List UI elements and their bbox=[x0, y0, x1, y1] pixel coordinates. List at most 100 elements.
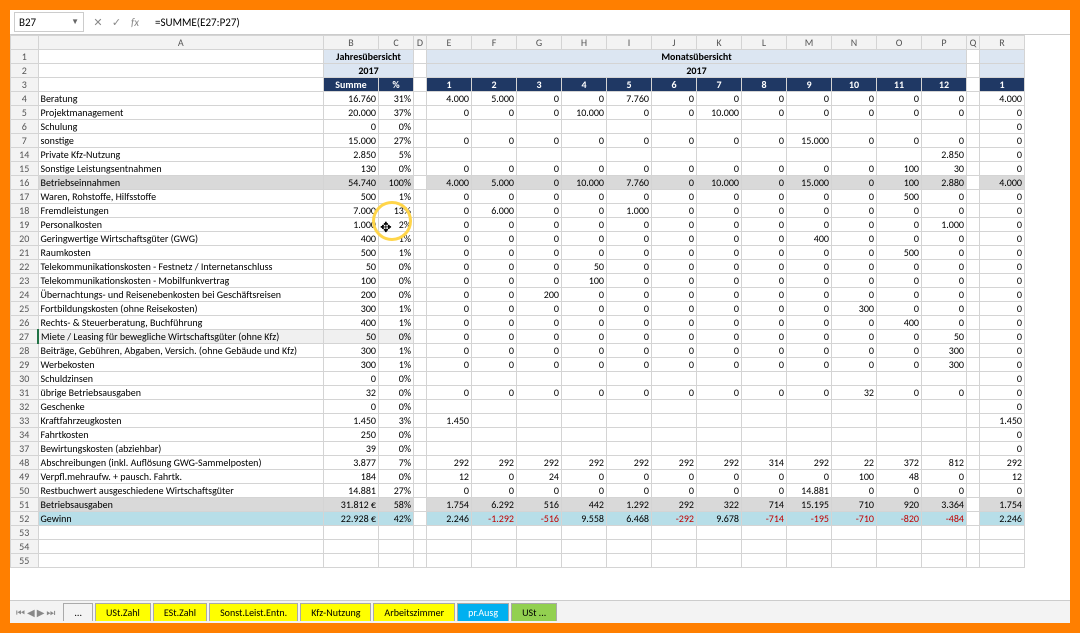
cell-month[interactable]: 0 bbox=[877, 274, 922, 288]
cell-month[interactable]: 516 bbox=[517, 498, 562, 512]
empty-cell[interactable] bbox=[980, 540, 1025, 554]
sheet-tab[interactable]: Sonst.Leist.Entn. bbox=[209, 603, 298, 621]
empty-cell[interactable] bbox=[652, 554, 697, 568]
cell-month[interactable]: 0 bbox=[652, 330, 697, 344]
row-header[interactable]: 1 bbox=[11, 50, 39, 64]
cell-month[interactable]: 0 bbox=[562, 316, 607, 330]
cell-month[interactable] bbox=[877, 148, 922, 162]
cell-month[interactable] bbox=[427, 442, 472, 456]
cancel-icon[interactable]: ✕ bbox=[90, 16, 106, 29]
cell-month[interactable]: 50 bbox=[562, 260, 607, 274]
cell-month[interactable]: 0 bbox=[922, 106, 967, 120]
empty-cell[interactable] bbox=[980, 526, 1025, 540]
row-label[interactable]: Schuldzinsen bbox=[38, 372, 324, 386]
cell-month[interactable]: 0 bbox=[877, 358, 922, 372]
cell-month[interactable] bbox=[607, 442, 652, 456]
row-label[interactable]: Kraftfahrzeugkosten bbox=[38, 414, 324, 428]
cell-month[interactable]: 292 bbox=[697, 456, 742, 470]
row-header[interactable]: 21 bbox=[11, 246, 39, 260]
cell-summe[interactable]: 250 bbox=[324, 428, 379, 442]
row-label[interactable]: Miete / Leasing für bewegliche Wirtschaf… bbox=[38, 330, 324, 344]
row-label[interactable]: Projektmanagement bbox=[38, 106, 324, 120]
cell-pct[interactable]: 2% bbox=[379, 218, 414, 232]
cell-pct[interactable]: 1% bbox=[379, 302, 414, 316]
cell-month[interactable]: 1.000 bbox=[922, 218, 967, 232]
cell-pct[interactable]: 0% bbox=[379, 442, 414, 456]
empty-cell[interactable] bbox=[697, 554, 742, 568]
cell-month[interactable] bbox=[877, 428, 922, 442]
cell-right[interactable]: 0 bbox=[980, 218, 1025, 232]
cell-pct[interactable]: 0% bbox=[379, 372, 414, 386]
empty-cell[interactable] bbox=[877, 554, 922, 568]
col-header[interactable]: C bbox=[379, 36, 414, 50]
cell-month[interactable] bbox=[562, 400, 607, 414]
cell-month[interactable]: 0 bbox=[787, 218, 832, 232]
empty-cell[interactable] bbox=[787, 526, 832, 540]
cell-month[interactable]: 200 bbox=[517, 288, 562, 302]
cell-month[interactable]: 0 bbox=[742, 176, 787, 190]
row-label[interactable]: Fremdleistungen bbox=[38, 204, 324, 218]
cell-month[interactable] bbox=[472, 414, 517, 428]
cell-month[interactable]: 0 bbox=[517, 344, 562, 358]
cell-month[interactable]: 0 bbox=[427, 246, 472, 260]
empty-cell[interactable] bbox=[562, 540, 607, 554]
cell-month[interactable] bbox=[877, 414, 922, 428]
col-header[interactable]: A bbox=[38, 36, 324, 50]
empty-cell[interactable] bbox=[607, 540, 652, 554]
cell-month[interactable]: 100 bbox=[877, 162, 922, 176]
cell-month[interactable] bbox=[562, 428, 607, 442]
cell-month[interactable]: 292 bbox=[427, 456, 472, 470]
cell-month[interactable]: 0 bbox=[787, 162, 832, 176]
cell-month[interactable] bbox=[832, 148, 877, 162]
cell-month[interactable] bbox=[562, 414, 607, 428]
cell-month[interactable]: 0 bbox=[832, 162, 877, 176]
cell-month[interactable]: 6.000 bbox=[472, 204, 517, 218]
row-header[interactable]: 22 bbox=[11, 260, 39, 274]
cell-month[interactable]: 0 bbox=[832, 316, 877, 330]
col-header[interactable]: K bbox=[697, 36, 742, 50]
cell-month[interactable] bbox=[472, 442, 517, 456]
cell-month[interactable]: 1.292 bbox=[607, 498, 652, 512]
row-header[interactable]: 49 bbox=[11, 470, 39, 484]
row-header[interactable]: 24 bbox=[11, 288, 39, 302]
cell-month[interactable]: 0 bbox=[427, 386, 472, 400]
cell-month[interactable]: 400 bbox=[787, 232, 832, 246]
empty-cell[interactable] bbox=[517, 540, 562, 554]
cell-month[interactable] bbox=[517, 148, 562, 162]
cell-month[interactable]: 4.000 bbox=[427, 92, 472, 106]
cell-summe[interactable]: 31.812 € bbox=[324, 498, 379, 512]
col-header[interactable]: B bbox=[324, 36, 379, 50]
row-label[interactable]: Fortbildungskosten (ohne Reisekosten) bbox=[38, 302, 324, 316]
cell-month[interactable] bbox=[742, 400, 787, 414]
cell-month[interactable]: 15.000 bbox=[787, 176, 832, 190]
cell-month[interactable]: 0 bbox=[517, 302, 562, 316]
cell-month[interactable]: 0 bbox=[427, 162, 472, 176]
cell-month[interactable]: 0 bbox=[652, 204, 697, 218]
cell-pct[interactable]: 1% bbox=[379, 190, 414, 204]
cell-month[interactable] bbox=[697, 442, 742, 456]
cell-month[interactable]: 0 bbox=[697, 92, 742, 106]
cell-month[interactable]: 0 bbox=[517, 134, 562, 148]
cell-month[interactable]: 0 bbox=[607, 232, 652, 246]
cell-month[interactable] bbox=[697, 400, 742, 414]
cell-month[interactable] bbox=[427, 372, 472, 386]
cell-month[interactable] bbox=[517, 428, 562, 442]
cell-month[interactable]: 0 bbox=[742, 232, 787, 246]
cell-month[interactable] bbox=[787, 120, 832, 134]
empty-cell[interactable] bbox=[427, 526, 472, 540]
row-label[interactable]: Betriebseinnahmen bbox=[38, 176, 324, 190]
cell-month[interactable]: 0 bbox=[832, 288, 877, 302]
cell-month[interactable]: 15.195 bbox=[787, 498, 832, 512]
cell-month[interactable]: 0 bbox=[652, 288, 697, 302]
cell-month[interactable]: 0 bbox=[742, 386, 787, 400]
empty-cell[interactable] bbox=[472, 540, 517, 554]
cell-month[interactable]: 0 bbox=[652, 232, 697, 246]
cell-month[interactable]: 0 bbox=[607, 330, 652, 344]
row-label[interactable]: Übernachtungs- und Reisenebenkosten bei … bbox=[38, 288, 324, 302]
cell-month[interactable]: 500 bbox=[877, 246, 922, 260]
cell-month[interactable]: 0 bbox=[562, 232, 607, 246]
cell-month[interactable]: -195 bbox=[787, 512, 832, 526]
empty-cell[interactable] bbox=[922, 540, 967, 554]
cell-month[interactable]: 0 bbox=[517, 274, 562, 288]
cell-pct[interactable]: 0% bbox=[379, 120, 414, 134]
